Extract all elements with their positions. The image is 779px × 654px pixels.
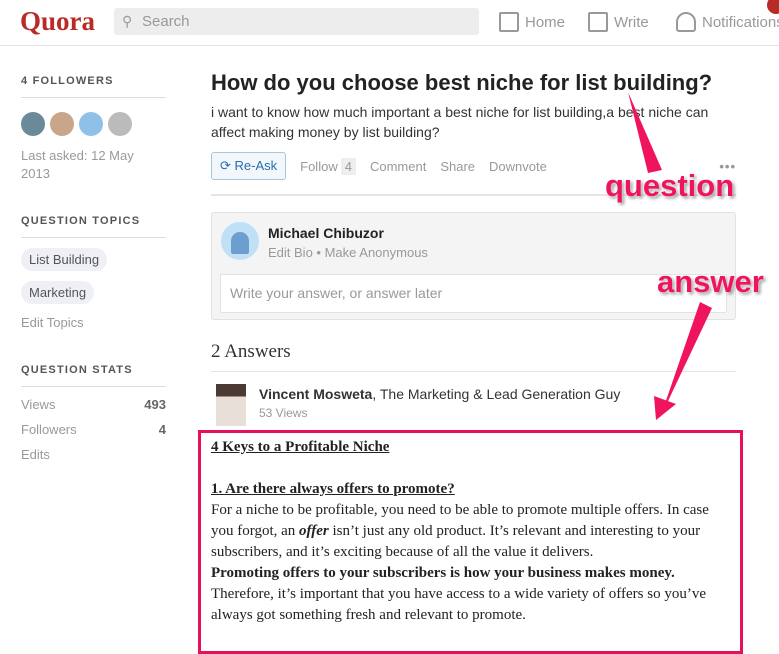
answer-arrow <box>660 302 712 418</box>
annotation-arrows <box>628 92 712 420</box>
answer-arrowhead <box>654 396 676 420</box>
answer-annotation: answer <box>657 264 764 299</box>
question-annotation: question <box>605 168 735 203</box>
question-arrow <box>628 92 662 173</box>
